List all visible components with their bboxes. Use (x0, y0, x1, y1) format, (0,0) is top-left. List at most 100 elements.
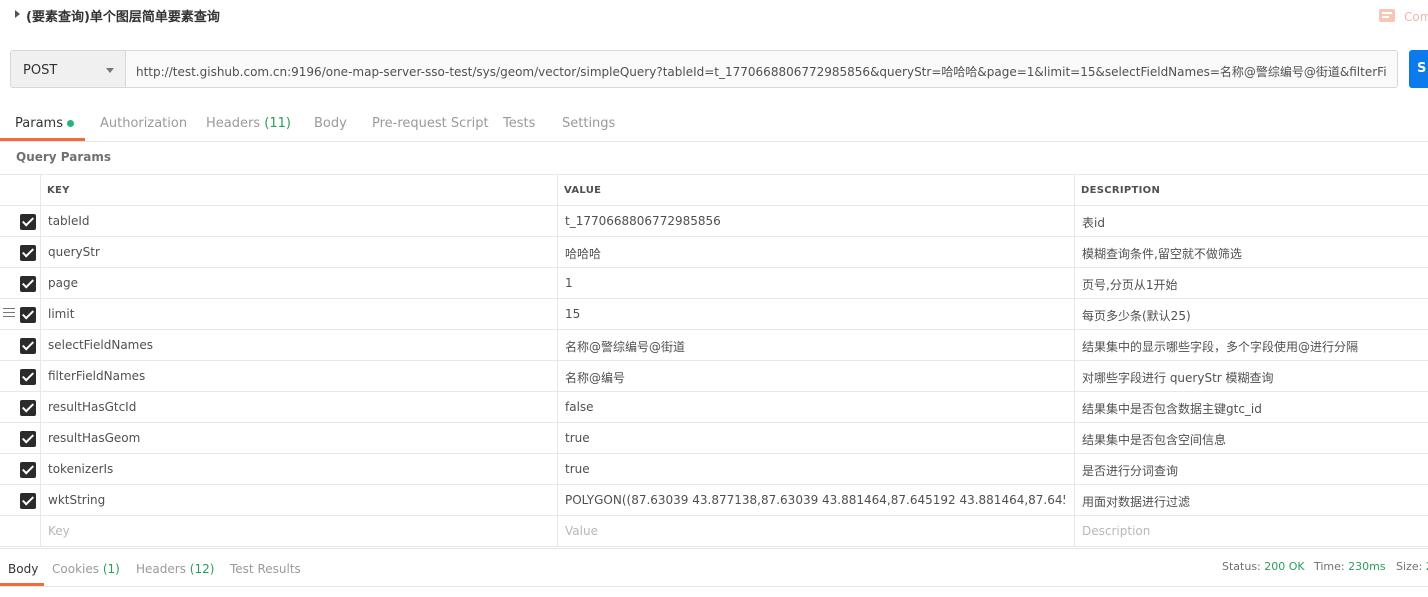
param-value[interactable]: t_1770668806772985856 (565, 214, 1065, 228)
time-readout: Time: 230ms (1314, 560, 1386, 573)
tab-authorization[interactable]: Authorization (100, 116, 187, 131)
param-enabled-checkbox[interactable] (20, 462, 36, 478)
tab-label: Tests (503, 116, 536, 131)
column-header-key: KEY (47, 185, 70, 196)
param-description[interactable]: 是否进行分词查询 (1082, 462, 1422, 479)
param-enabled-checkbox[interactable] (20, 276, 36, 292)
param-key[interactable]: tableId (48, 214, 548, 228)
param-description[interactable]: 结果集中的显示哪些字段，多个字段使用@进行分隔 (1082, 338, 1422, 355)
param-key[interactable]: resultHasGeom (48, 431, 548, 445)
table-row: queryStr 哈哈哈 模糊查询条件,留空就不做筛选 (0, 237, 1428, 268)
tab-count: (12) (189, 562, 215, 576)
param-key[interactable]: page (48, 276, 548, 290)
url-input[interactable]: http://test.gishub.com.cn:9196/one-map-s… (126, 50, 1398, 88)
param-enabled-checkbox[interactable] (20, 431, 36, 447)
table-row: tableId t_1770668806772985856 表id (0, 206, 1428, 237)
tab-headers[interactable]: Headers (11) (206, 116, 291, 131)
response-tab-body[interactable]: Body (8, 562, 38, 576)
table-row: resultHasGeom true 结果集中是否包含空间信息 (0, 423, 1428, 454)
param-enabled-checkbox[interactable] (20, 245, 36, 261)
send-label: S (1417, 61, 1427, 76)
request-title-bar: (要素查询)单个图层简单要素查询 Com (0, 0, 1428, 32)
param-value[interactable]: 哈哈哈 (565, 245, 1065, 262)
param-description[interactable]: 页号,分页从1开始 (1082, 276, 1422, 293)
column-header-value: VALUE (564, 185, 602, 196)
params-active-dot-icon (66, 120, 74, 127)
tab-tests[interactable]: Tests (503, 116, 535, 131)
send-button[interactable]: S (1409, 50, 1428, 88)
chevron-down-icon (106, 68, 114, 73)
param-value[interactable]: 15 (565, 307, 1065, 321)
param-key[interactable]: selectFieldNames (48, 338, 548, 352)
table-row: resultHasGtcId false 结果集中是否包含数据主键gtc_id (0, 392, 1428, 423)
tab-label: Body (314, 116, 347, 131)
divider (0, 548, 1428, 549)
param-description[interactable]: 表id (1082, 214, 1422, 231)
response-tab-headers[interactable]: Headers (12) (136, 562, 214, 576)
param-value[interactable]: false (565, 400, 1065, 414)
table-row: filterFieldNames 名称@编号 对哪些字段进行 queryStr 模糊… (0, 361, 1428, 392)
param-description[interactable]: 结果集中是否包含空间信息 (1082, 431, 1422, 448)
tab-count: (11) (264, 116, 291, 131)
tab-params[interactable]: Params (15, 116, 74, 131)
param-key[interactable]: queryStr (48, 245, 548, 259)
param-value[interactable]: 名称@编号 (565, 369, 1065, 386)
time-label: Time: (1314, 560, 1345, 573)
expand-caret-icon[interactable] (15, 10, 20, 18)
status-value[interactable]: 200 OK (1264, 560, 1304, 573)
param-description[interactable]: 模糊查询条件,留空就不做筛选 (1082, 245, 1422, 262)
drag-handle-icon[interactable] (3, 308, 15, 317)
new-description-input[interactable]: Description (1082, 524, 1150, 538)
new-key-input[interactable]: Key (48, 524, 70, 538)
url-text: http://test.gishub.com.cn:9196/one-map-s… (136, 65, 1386, 79)
new-value-input[interactable]: Value (565, 524, 598, 538)
status-readout: Status: 200 OK (1222, 560, 1305, 573)
query-params-heading: Query Params (16, 150, 112, 164)
table-border (0, 174, 1428, 175)
comments-icon[interactable] (1379, 9, 1395, 22)
tab-label: Body (8, 562, 39, 576)
param-key[interactable]: tokenizerIs (48, 462, 548, 476)
response-tab-cookies[interactable]: Cookies (1) (52, 562, 120, 576)
param-value[interactable]: POLYGON((87.63039 43.877138,87.63039 43.… (565, 493, 1065, 507)
tab-settings[interactable]: Settings (562, 116, 615, 131)
table-border (0, 546, 1428, 547)
param-description[interactable]: 结果集中是否包含数据主键gtc_id (1082, 400, 1422, 417)
param-description[interactable]: 用面对数据进行过滤 (1082, 493, 1422, 510)
params-table: KEY VALUE DESCRIPTION tableId t_177066880… (0, 174, 1428, 547)
param-description[interactable]: 每页多少条(默认25) (1082, 307, 1422, 324)
param-value[interactable]: 1 (565, 276, 1065, 290)
param-key[interactable]: resultHasGtcId (48, 400, 548, 414)
method-select[interactable]: POST (10, 50, 126, 88)
param-enabled-checkbox[interactable] (20, 493, 36, 509)
tab-pre-request-script[interactable]: Pre-request Script (372, 116, 489, 131)
param-key[interactable]: wktString (48, 493, 548, 507)
param-value[interactable]: 名称@警综编号@街道 (565, 338, 1065, 355)
divider (0, 586, 1428, 587)
param-enabled-checkbox[interactable] (20, 338, 36, 354)
param-description[interactable]: 对哪些字段进行 queryStr 模糊查询 (1082, 369, 1422, 386)
divider (0, 141, 1428, 142)
table-row: selectFieldNames 名称@警综编号@街道 结果集中的显示哪些字段，多个… (0, 330, 1428, 361)
param-enabled-checkbox[interactable] (20, 400, 36, 416)
param-enabled-checkbox[interactable] (20, 214, 36, 230)
param-enabled-checkbox[interactable] (20, 369, 36, 385)
tab-body[interactable]: Body (314, 116, 347, 131)
param-enabled-checkbox[interactable] (20, 307, 36, 323)
response-tab-test-results[interactable]: Test Results (230, 562, 301, 576)
param-value[interactable]: true (565, 462, 1065, 476)
table-row: tokenizerIs true 是否进行分词查询 (0, 454, 1428, 485)
param-value[interactable]: true (565, 431, 1065, 445)
time-value[interactable]: 230ms (1348, 560, 1385, 573)
comments-label[interactable]: Com (1404, 10, 1428, 24)
tab-label: Test Results (230, 562, 301, 576)
table-row: page 1 页号,分页从1开始 (0, 268, 1428, 299)
request-title[interactable]: (要素查询)单个图层简单要素查询 (26, 6, 220, 25)
size-readout: Size: 2 (1396, 560, 1428, 573)
tab-label: Headers (136, 562, 186, 576)
param-key[interactable]: limit (48, 307, 548, 321)
param-key[interactable]: filterFieldNames (48, 369, 548, 383)
tab-label: Params (15, 116, 63, 131)
tab-label: Headers (206, 116, 261, 131)
tab-label: Settings (562, 116, 616, 131)
